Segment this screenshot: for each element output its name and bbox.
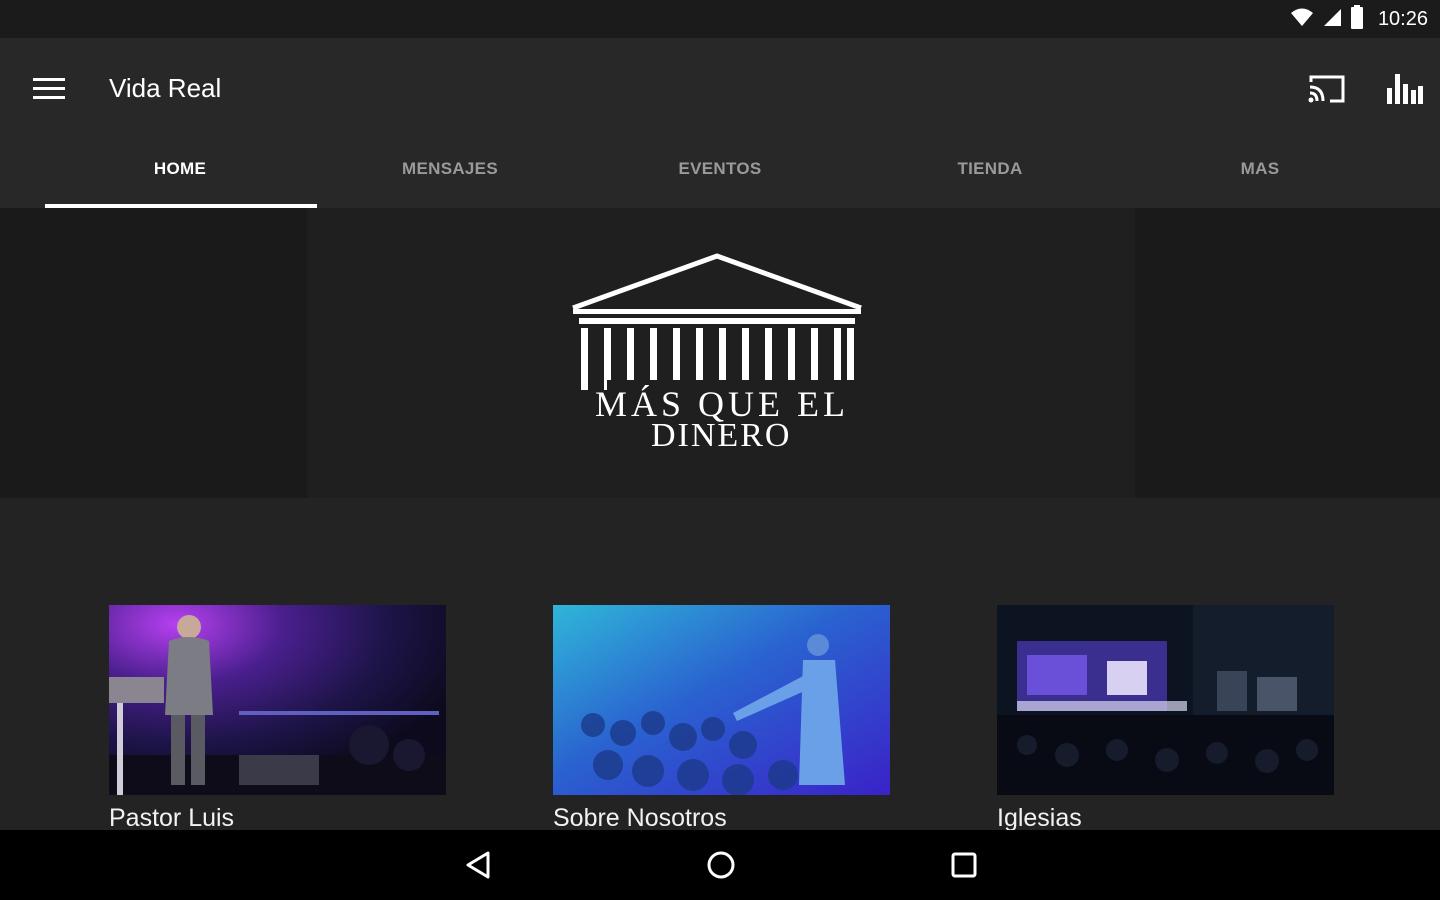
card-label: Pastor Luis (109, 804, 235, 832)
cell-signal-icon (1322, 7, 1342, 32)
system-nav-bar (0, 830, 1440, 900)
cast-icon (1308, 75, 1345, 103)
banner-image: MÁS QUE EL DINERO (307, 208, 1135, 498)
logo-text-line2: DINERO (651, 417, 791, 452)
card-image-sobre-nosotros (553, 605, 890, 795)
cast-button[interactable] (1300, 62, 1354, 116)
recents-button[interactable] (941, 842, 987, 888)
temple-logo: MÁS QUE EL DINERO (572, 253, 862, 452)
tab-home[interactable]: HOME (45, 134, 317, 208)
status-icons: 10:26 (1290, 4, 1428, 34)
hero-banner[interactable]: MÁS QUE EL DINERO (0, 208, 1440, 498)
card-iglesias[interactable]: Iglesias (997, 605, 1334, 833)
back-icon (466, 851, 490, 879)
tab-mensajes[interactable]: MENSAJES (315, 134, 585, 208)
status-bar: 10:26 (0, 0, 1440, 38)
tab-tienda[interactable]: TIENDA (855, 134, 1125, 208)
app-title: Vida Real (109, 73, 222, 103)
home-button[interactable] (698, 842, 744, 888)
card-label: Sobre Nosotros (553, 804, 727, 832)
recents-icon (951, 852, 977, 878)
cards-section: Pastor Luis Sobre Nosotros Iglesias (0, 498, 1440, 833)
wifi-icon (1290, 7, 1314, 32)
tab-bar: HOME MENSAJES EVENTOS TIENDA MAS (45, 134, 1395, 208)
stats-button[interactable] (1378, 62, 1432, 116)
bar-chart-icon (1387, 74, 1423, 104)
card-pastor-luis[interactable]: Pastor Luis (109, 605, 446, 833)
back-button[interactable] (455, 842, 501, 888)
tab-mas[interactable]: MAS (1125, 134, 1395, 208)
tab-eventos[interactable]: EVENTOS (585, 134, 855, 208)
battery-icon (1350, 4, 1364, 34)
home-icon (707, 851, 735, 879)
menu-button[interactable] (22, 62, 76, 116)
menu-icon (33, 78, 65, 99)
card-image-pastor-luis (109, 605, 446, 795)
app-bar: Vida Real HOME MENSAJES EVENTOS TIENDA M… (0, 38, 1440, 208)
card-sobre-nosotros[interactable]: Sobre Nosotros (553, 605, 890, 833)
status-time: 10:26 (1377, 7, 1428, 30)
app-screen: 10:26 Vida Real HOME MENSAJES EVENTOS TI… (0, 0, 1440, 900)
card-label: Iglesias (997, 804, 1082, 832)
card-image-iglesias (997, 605, 1334, 795)
